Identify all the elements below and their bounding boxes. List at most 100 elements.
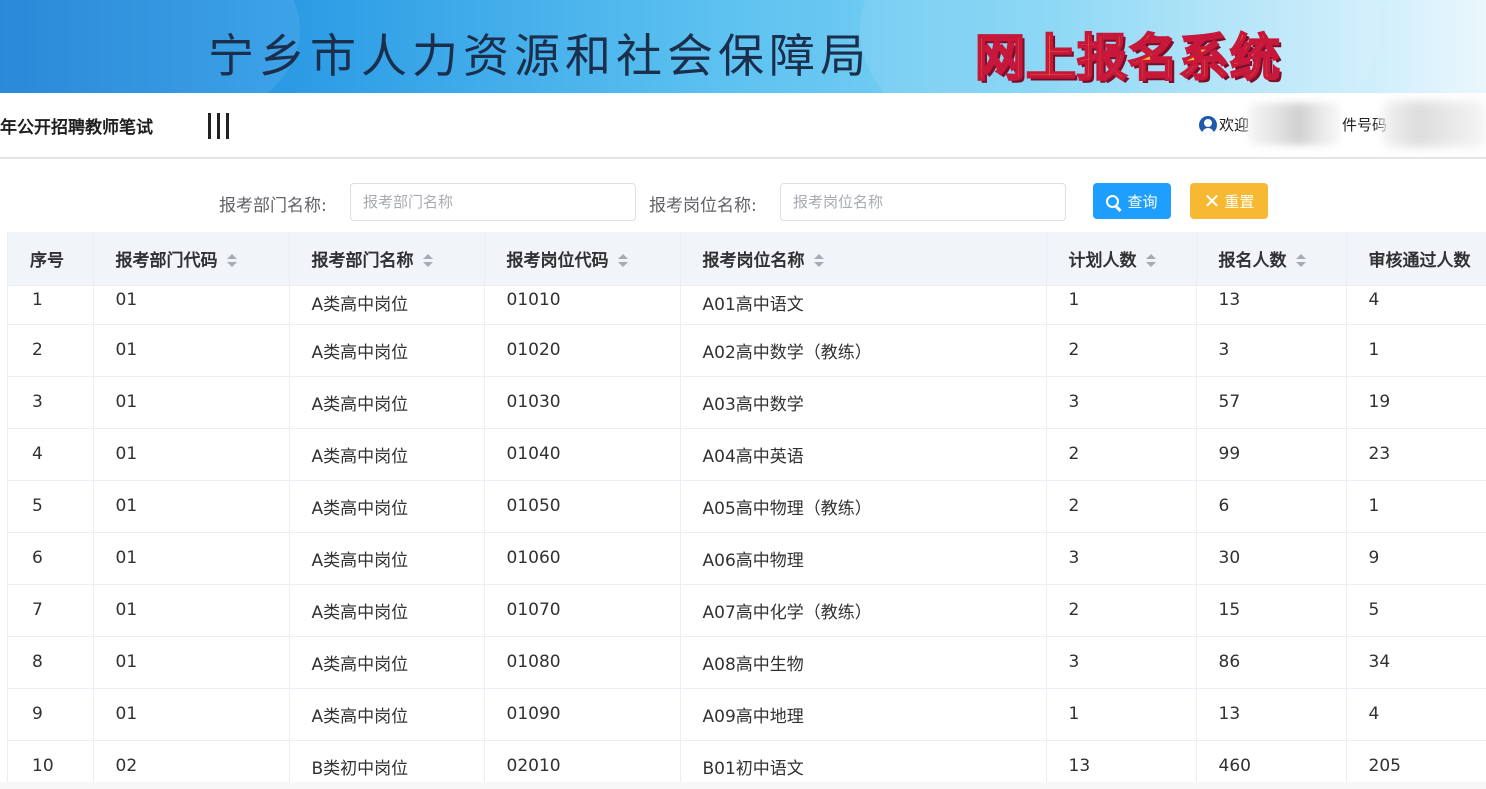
search-button-label: 查询 [1127,192,1158,211]
cell-post-code: 02010 [484,740,681,782]
cell-dept-name: B类初中岗位 [289,740,485,782]
cell-index: 6 [8,532,94,585]
agency-title: 宁乡市人力资源和社会保障局 [208,29,871,83]
cell-dept-code: 01 [93,376,290,429]
cell-approved: 34 [1346,636,1486,689]
cell-dept-name: A类高中岗位 [289,636,485,689]
cell-index: 2 [8,324,94,377]
cell-post-name: A07高中化学（教练） [680,584,1047,637]
positions-table: 序号 报考部门代码 报考部门名称 报考岗位代码 报考岗位名称 计划人数 报名人数… [7,232,1486,782]
cell-index: 7 [8,584,94,637]
cell-approved: 19 [1346,376,1486,429]
cell-post-name: A06高中物理 [680,532,1047,585]
column-header-post-name[interactable]: 报考岗位名称 [680,232,1047,286]
cell-dept-name: A类高中岗位 [289,688,485,741]
table-row[interactable]: 6 01 A类高中岗位 01060 A06高中物理 3 30 9 [8,532,1486,585]
table-row[interactable]: 9 01 A类高中岗位 01090 A09高中地理 1 13 4 [8,688,1486,741]
column-header-dept-code[interactable]: 报考部门代码 [93,232,290,286]
cell-dept-name: A类高中岗位 [289,324,485,377]
cell-post-code: 01090 [484,688,681,741]
cell-approved: 4 [1346,285,1486,325]
column-header-dept-name[interactable]: 报考部门名称 [289,232,485,286]
cell-planned: 2 [1046,428,1197,481]
sort-caret-icon[interactable] [813,253,824,268]
id-number-label: 件号码 [1342,116,1388,134]
search-button[interactable]: 查询 [1093,183,1171,219]
cell-post-code: 01070 [484,584,681,637]
cell-post-name: A03高中数学 [680,376,1047,429]
cell-post-name: A04高中英语 [680,428,1047,481]
sort-caret-icon[interactable] [1295,253,1306,268]
post-name-label: 报考岗位名称: [649,196,757,216]
table-header-row: 序号 报考部门代码 报考部门名称 报考岗位代码 报考岗位名称 计划人数 报名人数… [8,232,1486,286]
cell-applicants: 13 [1196,688,1347,741]
cell-planned: 2 [1046,324,1197,377]
cell-dept-code: 01 [93,480,290,533]
sort-caret-icon[interactable] [617,253,628,268]
cell-dept-code: 01 [93,688,290,741]
page-bottom-edge [0,782,1486,789]
cell-post-name: A05高中物理（教练） [680,480,1047,533]
cell-applicants: 57 [1196,376,1347,429]
cell-dept-name: A类高中岗位 [289,428,485,481]
cell-dept-code: 02 [93,740,290,782]
cell-planned: 1 [1046,285,1197,325]
table-row[interactable]: 2 01 A类高中岗位 01020 A02高中数学（教练） 2 3 1 [8,324,1486,377]
site-banner: 宁乡市人力资源和社会保障局 网上报名系统 [0,0,1486,93]
table-row[interactable]: 7 01 A类高中岗位 01070 A07高中化学（教练） 2 15 5 [8,584,1486,637]
reset-button[interactable]: ✕ 重置 [1190,183,1268,219]
sort-caret-icon[interactable] [422,253,433,268]
cell-applicants: 3 [1196,324,1347,377]
cell-dept-name: A类高中岗位 [289,285,485,325]
exam-title: 年公开招聘教师笔试 [0,118,153,138]
cell-index: 4 [8,428,94,481]
cell-index: 10 [8,740,94,782]
cell-planned: 3 [1046,376,1197,429]
cell-post-code: 01040 [484,428,681,481]
cell-post-code: 01030 [484,376,681,429]
dept-name-input[interactable] [350,183,636,221]
cell-applicants: 15 [1196,584,1347,637]
cell-post-name: A01高中语文 [680,285,1047,325]
cell-post-code: 01010 [484,285,681,325]
search-icon [1106,194,1120,208]
post-name-input[interactable] [780,183,1066,221]
cell-approved: 23 [1346,428,1486,481]
cell-planned: 3 [1046,532,1197,585]
cell-post-name: A02高中数学（教练） [680,324,1047,377]
user-circle-icon [1199,115,1217,134]
cell-index: 3 [8,376,94,429]
system-title: 网上报名系统 [974,28,1281,88]
cell-planned: 13 [1046,740,1197,782]
sort-caret-icon[interactable] [226,253,237,268]
table-row[interactable]: 8 01 A类高中岗位 01080 A08高中生物 3 86 34 [8,636,1486,689]
cell-post-code: 01050 [484,480,681,533]
cell-applicants: 30 [1196,532,1347,585]
column-header-approved: 审核通过人数 [1346,232,1486,286]
table-row[interactable]: 10 02 B类初中岗位 02010 B01初中语文 13 460 205 [8,740,1486,782]
column-header-planned[interactable]: 计划人数 [1046,232,1197,286]
redacted-id-number [1382,101,1486,147]
cell-dept-code: 01 [93,428,290,481]
column-header-post-code[interactable]: 报考岗位代码 [484,232,681,286]
cell-approved: 1 [1346,324,1486,377]
sort-caret-icon[interactable] [1145,253,1156,268]
table-row[interactable]: 1 01 A类高中岗位 01010 A01高中语文 1 13 4 [8,285,1486,325]
cell-post-code: 01080 [484,636,681,689]
welcome-label: 欢迎 [1219,116,1250,134]
cell-approved: 5 [1346,584,1486,637]
cell-approved: 1 [1346,480,1486,533]
cell-applicants: 6 [1196,480,1347,533]
cell-post-name: A09高中地理 [680,688,1047,741]
cell-dept-name: A类高中岗位 [289,376,485,429]
cell-planned: 2 [1046,584,1197,637]
top-header: 年公开招聘教师笔试 欢迎 件号码 [0,93,1486,159]
table-row[interactable]: 4 01 A类高中岗位 01040 A04高中英语 2 99 23 [8,428,1486,481]
menu-toggle-icon[interactable] [208,113,230,139]
cell-dept-code: 01 [93,584,290,637]
column-header-applicants[interactable]: 报名人数 [1196,232,1347,286]
cell-dept-code: 01 [93,532,290,585]
table-row[interactable]: 3 01 A类高中岗位 01030 A03高中数学 3 57 19 [8,376,1486,429]
cell-post-name: A08高中生物 [680,636,1047,689]
table-row[interactable]: 5 01 A类高中岗位 01050 A05高中物理（教练） 2 6 1 [8,480,1486,533]
